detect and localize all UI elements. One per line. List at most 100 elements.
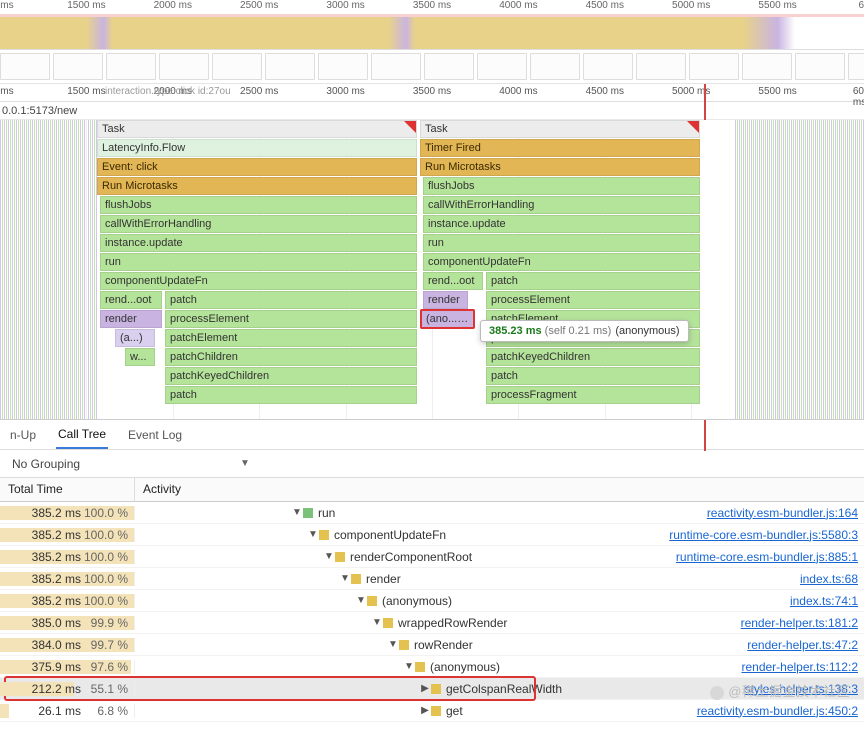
timeline-overview[interactable]: 00 ms1500 ms2000 ms2500 ms3000 ms3500 ms… — [0, 0, 864, 50]
flame-frame[interactable]: rend...oot — [100, 291, 162, 309]
filmstrip-frame[interactable] — [583, 53, 633, 80]
flame-frame-highlight[interactable]: (ano...us) — [420, 309, 475, 329]
filmstrip-frame[interactable] — [0, 53, 50, 80]
flame-frame[interactable]: patchKeyedChildren — [486, 348, 700, 366]
tree-expand-icon[interactable]: ▼ — [339, 573, 351, 584]
tab-bottom-up[interactable]: n-Up — [8, 420, 38, 449]
filmstrip-frame[interactable] — [530, 53, 580, 80]
grouping-selector[interactable]: No Grouping ▼ — [0, 450, 864, 478]
filmstrip-frame[interactable] — [318, 53, 368, 80]
total-time-ms: 385.2 ms — [32, 550, 81, 564]
flame-frame[interactable]: patchElement — [165, 329, 417, 347]
total-time-ms: 385.2 ms — [32, 594, 81, 608]
flame-frame[interactable]: patch — [165, 291, 417, 309]
filmstrip-frame[interactable] — [159, 53, 209, 80]
flame-frame[interactable]: processElement — [486, 291, 700, 309]
source-link[interactable]: styles-helper.ts:138:3 — [745, 682, 864, 696]
flame-frame[interactable]: render — [100, 310, 162, 328]
filmstrip[interactable] — [0, 50, 864, 84]
source-link[interactable]: render-helper.ts:112:2 — [741, 660, 864, 674]
flame-frame[interactable]: Task — [420, 120, 700, 138]
filmstrip-frame[interactable] — [371, 53, 421, 80]
filmstrip-frame[interactable] — [53, 53, 103, 80]
flame-frame[interactable]: Task — [97, 120, 417, 138]
flame-frame[interactable]: patchChildren — [165, 348, 417, 366]
source-link[interactable]: runtime-core.esm-bundler.js:885:1 — [676, 550, 864, 564]
overview-tick: 3000 ms — [326, 0, 364, 11]
overview-tick: 5000 ms — [672, 0, 710, 11]
flame-frame[interactable]: run — [423, 234, 700, 252]
col-header-total-time[interactable]: Total Time — [0, 478, 135, 501]
flame-frame[interactable]: patch — [165, 386, 417, 404]
flamechart[interactable]: TaskLatencyInfo.FlowEvent: clickRun Micr… — [0, 120, 864, 420]
flame-frame[interactable]: patch — [486, 272, 700, 290]
flame-frame[interactable]: instance.update — [423, 215, 700, 233]
flame-frame[interactable]: render — [423, 291, 468, 309]
table-row[interactable]: 385.2 ms100.0 %▼renderComponentRootrunti… — [0, 546, 864, 568]
flame-frame[interactable]: processFragment — [486, 386, 700, 404]
table-row[interactable]: 26.1 ms6.8 %▶getreactivity.esm-bundler.j… — [0, 700, 864, 722]
filmstrip-frame[interactable] — [636, 53, 686, 80]
col-header-activity[interactable]: Activity — [135, 478, 864, 501]
filmstrip-frame[interactable] — [424, 53, 474, 80]
source-link[interactable]: reactivity.esm-bundler.js:164 — [707, 506, 864, 520]
table-row[interactable]: 385.0 ms99.9 %▼wrappedRowRenderrender-he… — [0, 612, 864, 634]
flame-frame[interactable]: patch — [486, 367, 700, 385]
flame-frame[interactable]: run — [100, 253, 417, 271]
filmstrip-frame[interactable] — [265, 53, 315, 80]
source-link[interactable]: render-helper.ts:47:2 — [747, 638, 864, 652]
tree-expand-icon[interactable]: ▼ — [291, 507, 303, 518]
filmstrip-frame[interactable] — [106, 53, 156, 80]
tab-event-log[interactable]: Event Log — [126, 420, 184, 449]
source-link[interactable]: index.ts:74:1 — [790, 594, 864, 608]
flame-frame[interactable]: Run Microtasks — [97, 177, 417, 195]
table-row[interactable]: 212.2 ms55.1 %▶getColspanRealWidthstyles… — [0, 678, 864, 700]
flame-frame[interactable]: callWithErrorHandling — [100, 215, 417, 233]
table-row[interactable]: 385.2 ms100.0 %▼runreactivity.esm-bundle… — [0, 502, 864, 524]
flame-frame[interactable]: (a...) — [115, 329, 155, 347]
tree-collapse-icon[interactable]: ▶ — [419, 705, 431, 716]
flame-frame[interactable]: rend...oot — [423, 272, 483, 290]
tree-expand-icon[interactable]: ▼ — [323, 551, 335, 562]
filmstrip-frame[interactable] — [477, 53, 527, 80]
filmstrip-frame[interactable] — [848, 53, 864, 80]
cell-activity: ▼(anonymous)render-helper.ts:112:2 — [135, 660, 864, 674]
filmstrip-frame[interactable] — [689, 53, 739, 80]
flame-frame[interactable]: Timer Fired — [420, 139, 700, 157]
flame-frame[interactable]: processElement — [165, 310, 417, 328]
tree-expand-icon[interactable]: ▼ — [355, 595, 367, 606]
source-link[interactable]: runtime-core.esm-bundler.js:5580:3 — [669, 528, 864, 542]
url-text: 0.0.1:5173/new — [2, 105, 77, 117]
flame-frame[interactable]: LatencyInfo.Flow — [97, 139, 417, 157]
flame-frame[interactable]: flushJobs — [100, 196, 417, 214]
tree-expand-icon[interactable]: ▼ — [371, 617, 383, 628]
flame-frame[interactable]: Event: click — [97, 158, 417, 176]
table-row[interactable]: 384.0 ms99.7 %▼rowRenderrender-helper.ts… — [0, 634, 864, 656]
flame-frame[interactable]: flushJobs — [423, 177, 700, 195]
table-row[interactable]: 375.9 ms97.6 %▼(anonymous)render-helper.… — [0, 656, 864, 678]
source-link[interactable]: reactivity.esm-bundler.js:450:2 — [697, 704, 864, 718]
table-row[interactable]: 385.2 ms100.0 %▼componentUpdateFnruntime… — [0, 524, 864, 546]
tree-expand-icon[interactable]: ▼ — [307, 529, 319, 540]
filmstrip-frame[interactable] — [742, 53, 792, 80]
call-tree-body[interactable]: 385.2 ms100.0 %▼runreactivity.esm-bundle… — [0, 502, 864, 722]
source-link[interactable]: index.ts:68 — [800, 572, 864, 586]
tree-collapse-icon[interactable]: ▶ — [419, 683, 431, 694]
flame-frame[interactable]: callWithErrorHandling — [423, 196, 700, 214]
flame-frame[interactable]: instance.update — [100, 234, 417, 252]
table-row[interactable]: 385.2 ms100.0 %▼(anonymous)index.ts:74:1 — [0, 590, 864, 612]
tree-expand-icon[interactable]: ▼ — [403, 661, 415, 672]
flame-frame[interactable]: componentUpdateFn — [423, 253, 700, 271]
filmstrip-frame[interactable] — [795, 53, 845, 80]
flame-frame[interactable]: patchKeyedChildren — [165, 367, 417, 385]
tab-call-tree[interactable]: Call Tree — [56, 420, 108, 449]
flame-frame[interactable]: Run Microtasks — [420, 158, 700, 176]
source-link[interactable]: render-helper.ts:181:2 — [741, 616, 864, 630]
flame-frame[interactable]: componentUpdateFn — [100, 272, 417, 290]
filmstrip-frame[interactable] — [212, 53, 262, 80]
ruler-tick: 3000 ms — [326, 86, 364, 97]
tree-expand-icon[interactable]: ▼ — [387, 639, 399, 650]
timeline-ruler[interactable]: 00 ms1500 ms2000 ms2500 ms3000 ms3500 ms… — [0, 84, 864, 102]
flame-frame[interactable]: w... — [125, 348, 155, 366]
table-row[interactable]: 385.2 ms100.0 %▼renderindex.ts:68 — [0, 568, 864, 590]
